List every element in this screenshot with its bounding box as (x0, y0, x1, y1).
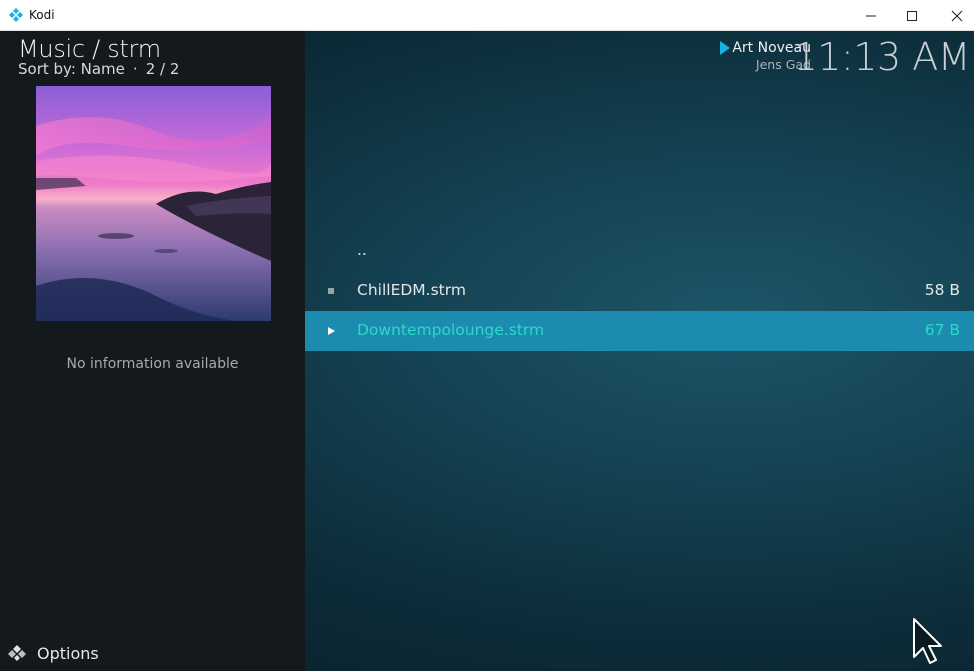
maximize-button[interactable] (889, 0, 935, 31)
minimize-button[interactable] (848, 0, 894, 31)
page-title: Music / strm (18, 35, 161, 63)
sort-separator: · (132, 60, 138, 78)
cover-art (36, 86, 271, 321)
item-count: 2 / 2 (145, 60, 180, 78)
window-title: Kodi (29, 8, 55, 22)
window-titlebar: Kodi (0, 0, 974, 31)
close-button[interactable] (934, 0, 974, 31)
options-icon (8, 645, 26, 661)
mouse-cursor-icon (913, 618, 942, 664)
info-sidepanel: Music / strm Sort by: Name · 2 / 2 No in… (0, 31, 305, 671)
list-item-selected[interactable]: Downtempolounge.strm 67 B (305, 311, 974, 351)
list-item-size: 67 B (924, 321, 960, 339)
list-item-name: ChillEDM.strm (357, 281, 466, 299)
minimize-icon (866, 15, 876, 16)
file-list: .. ChillEDM.strm 58 B Downtempolounge.st… (305, 231, 974, 351)
sort-info[interactable]: Sort by: Name · 2 / 2 (18, 60, 179, 78)
sort-label: Sort by: Name (18, 60, 125, 78)
maximize-icon (907, 10, 917, 21)
list-item-size: 58 B (924, 281, 960, 299)
close-icon (951, 10, 963, 21)
list-item-name: Downtempolounge.strm (357, 321, 545, 339)
info-text: No information available (66, 356, 239, 372)
play-icon (328, 327, 335, 335)
options-label: Options (37, 643, 99, 663)
clock: 11:13 AM (793, 35, 971, 79)
kodi-logo-icon (9, 8, 23, 22)
main-area: Music / strm Sort by: Name · 2 / 2 No in… (0, 31, 974, 671)
sunset-seascape-image (36, 86, 271, 321)
play-icon (720, 41, 730, 55)
list-item-name: .. (357, 241, 367, 259)
options-button[interactable]: Options (8, 641, 99, 665)
list-item[interactable]: ChillEDM.strm 58 B (305, 271, 974, 311)
list-item-parent[interactable]: .. (305, 231, 974, 271)
square-icon (328, 288, 334, 294)
